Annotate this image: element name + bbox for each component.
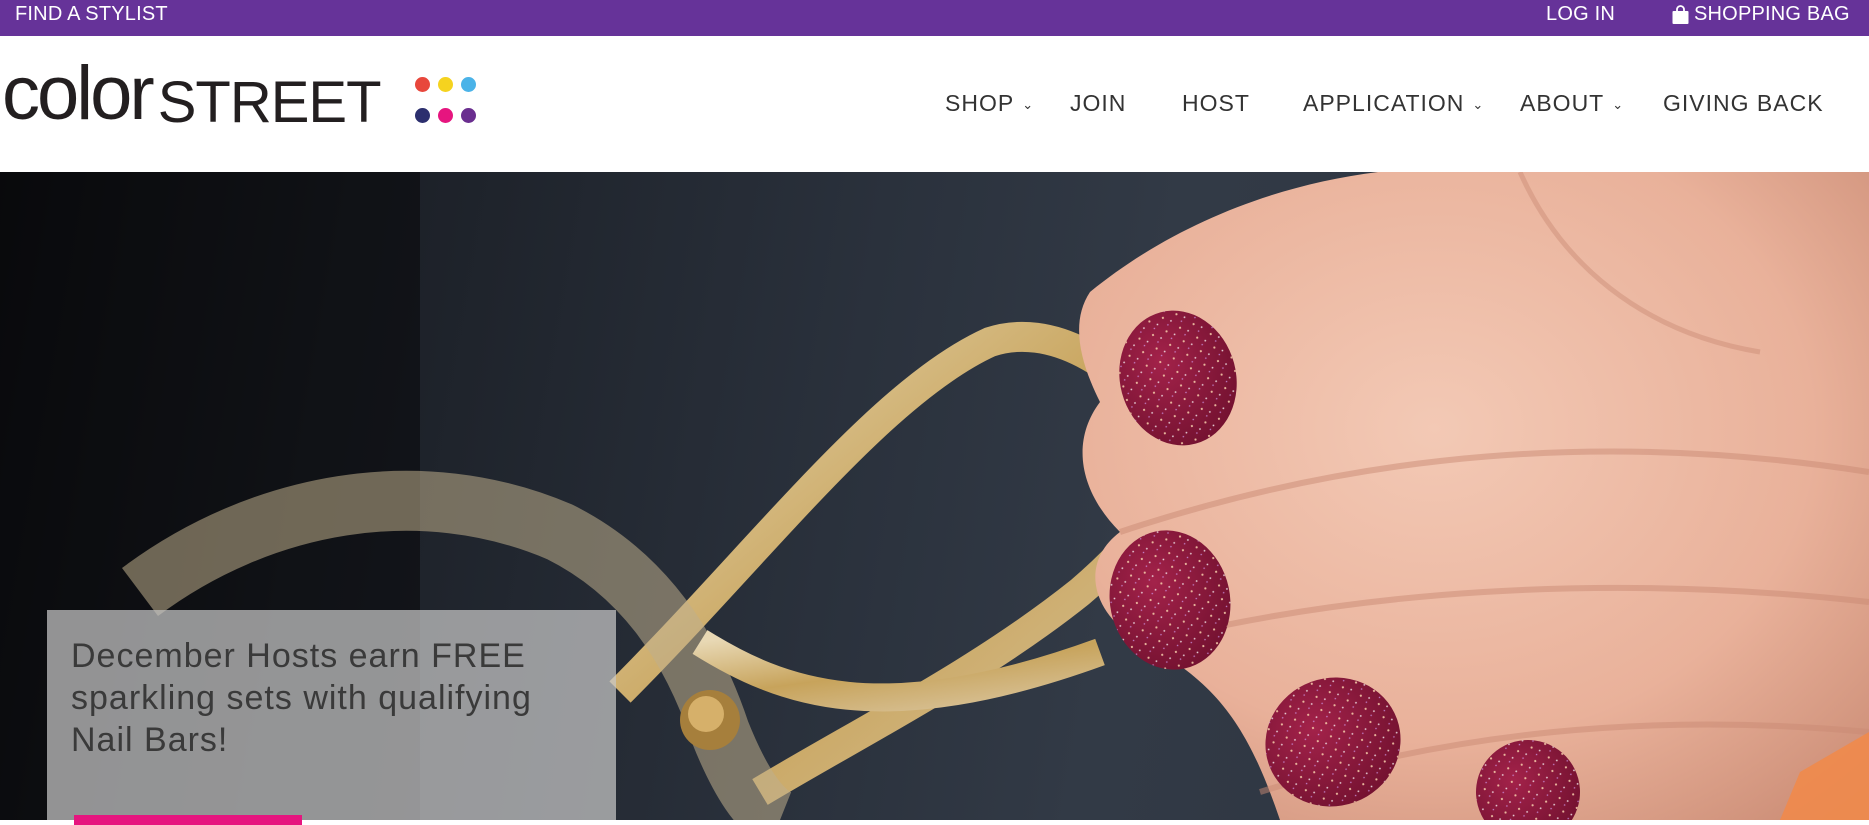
nav-item-label: HOST [1182,90,1250,116]
chevron-down-icon: ⌄ [1472,96,1485,112]
shopping-bag-icon [1672,4,1689,24]
shopping-bag-label: SHOPPING BAG [1694,3,1850,25]
nav-item-label: JOIN [1070,90,1127,116]
find-stylist-link[interactable]: FIND A STYLIST [15,3,168,26]
nav-item-join[interactable]: JOIN [1070,90,1126,117]
promo-headline: December Hosts earn FREE sparkling sets … [71,637,532,759]
nav-item-label: GIVING BACK [1663,90,1824,116]
nav-item-application[interactable]: APPLICATION ⌄ [1303,90,1484,117]
promo-box: December Hosts earn FREE sparkling sets … [47,610,616,825]
nav-item-about[interactable]: ABOUT ⌄ [1520,90,1624,117]
nav-item-shop[interactable]: SHOP ⌄ [945,90,1034,117]
main-nav: SHOP ⌄ JOIN HOST APPLICATION ⌄ ABOUT ⌄ G… [0,36,1869,172]
promo-cta-button[interactable] [74,815,302,825]
nav-item-label: SHOP [945,90,1015,116]
shopping-bag-link[interactable]: SHOPPING BAG [1671,3,1850,26]
nav-item-label: APPLICATION [1303,90,1465,116]
top-utility-bar: FIND A STYLIST LOG IN SHOPPING BAG [0,0,1869,36]
nav-item-label: ABOUT [1520,90,1605,116]
nav-item-host[interactable]: HOST [1182,90,1250,117]
nav-item-giving-back[interactable]: GIVING BACK [1663,90,1824,117]
login-link[interactable]: LOG IN [1546,3,1615,26]
chevron-down-icon: ⌄ [1612,96,1625,112]
chevron-down-icon: ⌄ [1022,96,1035,112]
